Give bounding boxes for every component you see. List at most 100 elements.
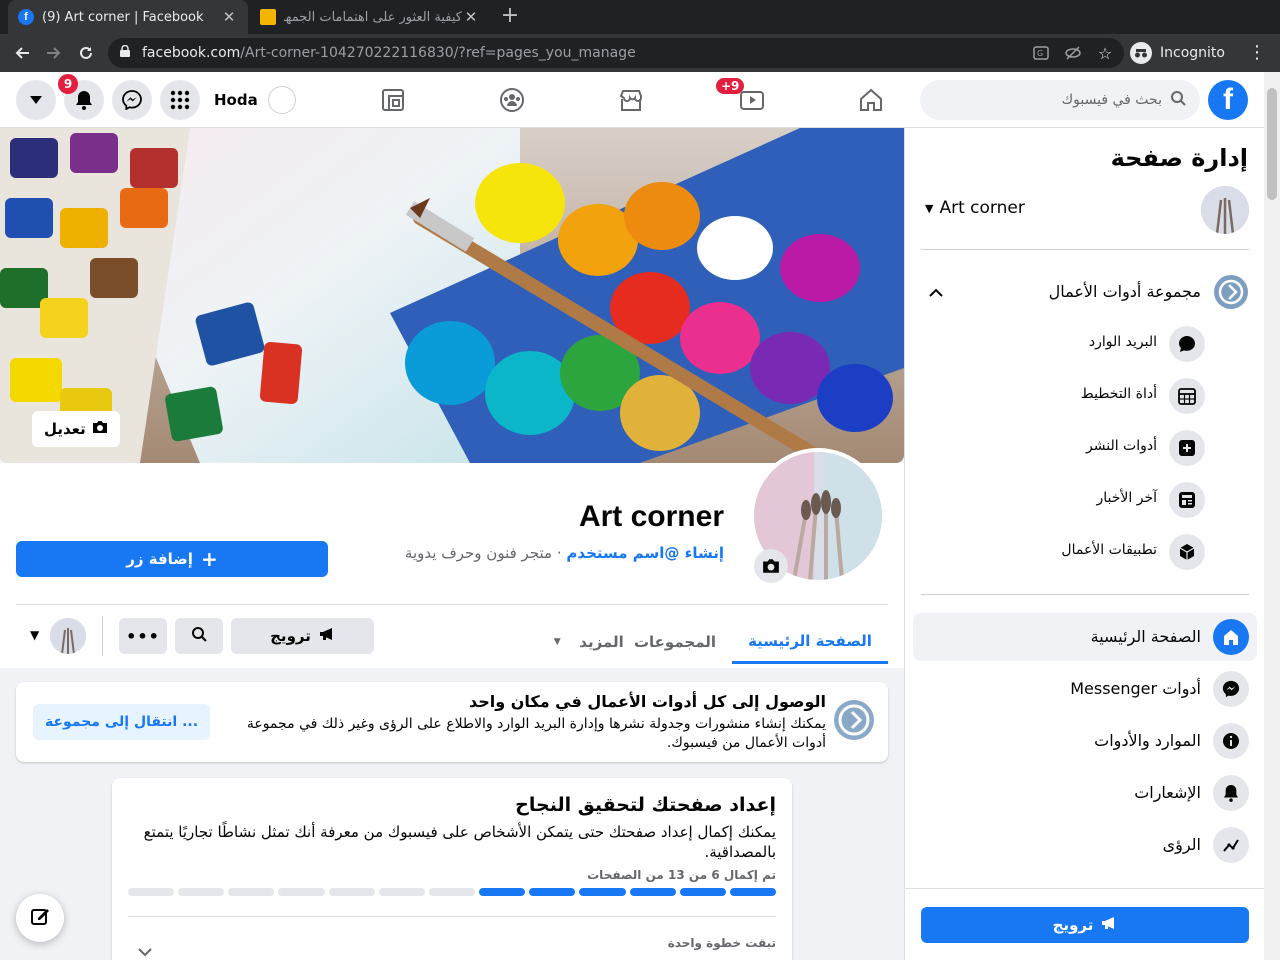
home-nav-icon[interactable] [855,84,887,116]
chevron-down-icon[interactable] [138,942,152,960]
sidebar-item-publishing-tools[interactable]: أدوات النشر [965,428,1205,468]
subtitle-separator: · [556,544,562,562]
watch-badge: +9 [716,78,745,94]
scrollbar-thumb[interactable] [1267,88,1277,200]
url-path: /Art-corner-104270222116830/?ref=pages_y… [240,45,636,61]
cube-icon [1169,534,1205,570]
manage-page-sidebar: إدارة صفحة ▼ Art corner مجموعة أدوات الأ… [904,128,1265,960]
progress-segment [679,888,726,896]
reload-icon[interactable] [74,41,98,65]
tab-groups[interactable]: المجموعات [620,620,730,664]
ellipsis-icon: ••• [126,626,160,646]
marketplace-nav-icon[interactable] [615,84,647,116]
page-switcher[interactable]: ▼ Art corner [921,186,1249,234]
profile-shortcut[interactable]: Hoda [214,84,296,116]
edit-cover-label: تعديل [44,420,86,438]
browser-menu-icon[interactable]: ⋮ [1248,42,1266,63]
sidebar-item-insights[interactable]: الرؤى [913,821,1257,869]
business-suite-icon [834,700,874,740]
account-caret-icon[interactable] [16,80,56,120]
menu-grid-icon[interactable] [160,80,200,120]
sidebar-item-business-apps[interactable]: تطبيقات الأعمال [965,532,1205,572]
news-feed-icon [1169,482,1205,518]
sidebar-item-business-suite[interactable]: مجموعة أدوات الأعمال [921,270,1249,314]
search-input[interactable]: بحث في فيسبوك [920,80,1200,120]
sidebar-item-messenger-tools[interactable]: أدوات Messenger [913,665,1257,713]
browser-tab-article[interactable]: كيفية العثور على اهتمامات الجمهور ✕ [250,0,490,34]
acting-as-caret-icon[interactable]: ▼ [30,628,39,642]
edit-cover-button[interactable]: تعديل [32,411,120,447]
forward-arrow-icon[interactable] [42,41,66,65]
facebook-logo-icon[interactable]: f [1208,80,1248,120]
progress-segment [529,888,576,896]
search-icon [191,626,207,646]
add-button-label: إضافة زر [126,550,193,568]
sidebar-item-notifications[interactable]: الإشعارات [913,769,1257,817]
progress-segment [278,888,325,896]
messenger-icon [1213,671,1249,707]
facebook-top-bar: f بحث في فيسبوك +9 Hoda 9 [0,72,1280,128]
page-category: متجر فنون وحرف يدوية [404,544,553,562]
insights-label: الرؤى [1162,835,1201,854]
setup-desc: يمكنك إكمال إعداد صفحتك حتى يتمكن الأشخا… [143,823,776,861]
more-options-button[interactable]: ••• [119,618,167,654]
new-tab-icon[interactable]: + [498,5,522,29]
translate-icon[interactable]: G [1032,44,1050,62]
progress-segment [378,888,425,896]
chevron-down-icon: ▼ [553,637,561,647]
page-search-button[interactable] [175,618,223,654]
sidebar-item-resources[interactable]: الموارد والأدوات [913,717,1257,765]
tab-close-icon[interactable]: ✕ [462,8,480,26]
sidebar-item-planner[interactable]: أداة التخطيط [965,376,1205,416]
back-arrow-icon[interactable] [10,41,34,65]
svg-text:G: G [1037,49,1043,58]
cover-photo[interactable]: تعديل [0,128,904,463]
business-apps-label: تطبيقات الأعمال [1061,542,1157,558]
search-placeholder: بحث في فيسبوك [1061,92,1162,108]
sidebar-item-news-feed[interactable]: آخر الأخبار [965,480,1205,520]
chevron-up-icon[interactable] [929,282,943,301]
go-to-business-suite-button[interactable]: انتقال إلى مجموعة ... [33,704,211,740]
business-suite-icon [1214,275,1248,309]
add-button-button[interactable]: إضافة زر + [16,541,328,577]
new-message-button[interactable] [16,894,64,942]
promote-button[interactable]: ترويج [231,618,374,654]
sidebar-divider [921,594,1249,595]
browser-tab-facebook[interactable]: f (9) Art corner | Facebook ✕ [8,0,248,34]
incognito-indicator[interactable]: Incognito [1130,39,1225,67]
address-bar[interactable]: facebook.com/Art-corner-104270222116830/… [108,38,1124,68]
info-icon [1213,723,1249,759]
tab-home[interactable]: الصفحة الرئيسية [732,620,888,664]
eye-off-icon[interactable] [1064,44,1082,62]
bookmark-star-icon[interactable]: ☆ [1096,44,1114,63]
business-suite-title: الوصول إلى كل أدوات الأعمال في مكان واحد [468,692,826,711]
tab-close-icon[interactable]: ✕ [220,8,238,26]
tab-more[interactable]: المزيد ▼ [528,620,624,664]
avatar [267,86,296,114]
progress-segment [428,888,476,896]
profile-camera-icon[interactable] [754,549,788,583]
messenger-icon[interactable] [112,80,152,120]
bell-icon [1213,775,1249,811]
sidebar-promote-button[interactable]: ترويج [921,907,1249,943]
inbox-label: البريد الوارد [1088,334,1157,350]
sidebar-item-home[interactable]: الصفحة الرئيسية [913,613,1257,661]
messenger-tools-label: أدوات Messenger [1070,679,1201,698]
browser-tab-strip: f (9) Art corner | Facebook ✕ كيفية العث… [0,0,1280,34]
gaming-nav-icon[interactable] [377,84,409,116]
create-username-link[interactable]: إنشاء @اسم مستخدم [566,544,724,562]
compose-icon [30,906,50,930]
setup-progress-bar [127,888,776,896]
acting-as-avatar[interactable] [50,618,86,654]
home-icon [1213,619,1249,655]
business-suite-desc: يمكنك إنشاء منشورات وجدولة نشرها وإدارة … [246,716,826,751]
page-title: Art corner [578,500,724,533]
progress-segment [479,888,526,896]
sidebar-item-inbox[interactable]: البريد الوارد [965,324,1205,364]
home-label: الصفحة الرئيسية [1090,627,1201,646]
setup-title: إعداد صفحتك لتحقيق النجاح [515,794,776,816]
groups-nav-icon[interactable] [496,84,528,116]
user-name: Hoda [214,91,258,109]
megaphone-icon [1101,916,1117,934]
page-scrollbar[interactable] [1264,72,1280,960]
